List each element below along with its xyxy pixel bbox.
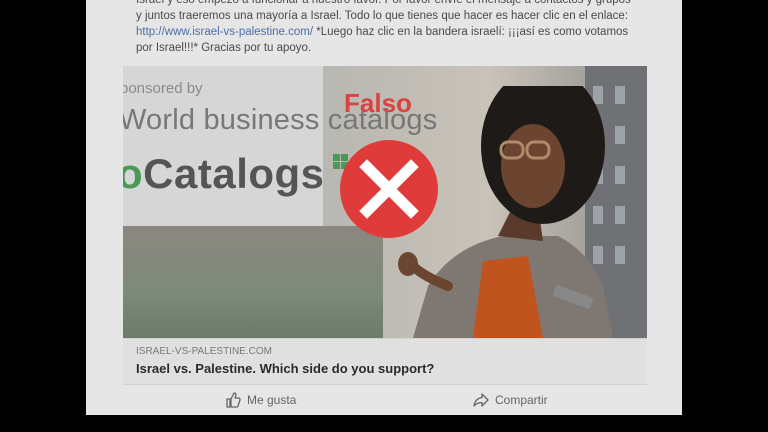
post-actions-bar: Me gusta Compartir — [123, 384, 647, 415]
ad-catalogs-word: Catalogs — [143, 150, 325, 197]
post-text-line-4: por Israel!!!* Gracias por tu apoyo. — [136, 42, 312, 54]
post-text-line-3-rest: *Luego haz clic en la bandera israelí: ¡… — [313, 26, 629, 38]
link-domain: ISRAEL-VS-PALESTINE.COM — [136, 346, 272, 357]
post-text-line-2: y juntos traeremos una mayoría a Israel.… — [136, 10, 629, 22]
share-button[interactable]: Compartir — [473, 391, 548, 409]
false-x-icon — [340, 140, 438, 238]
post-text: Israel y eso empezó a funcionar a nuestr… — [136, 0, 666, 56]
post-text-line-3: http://www.israel-vs-palestine.com/ *Lue… — [136, 24, 666, 40]
street-background — [123, 226, 383, 338]
post-text-line-1: Israel y eso empezó a funcionar a nuestr… — [136, 0, 631, 6]
falso-stamp-label: Falso — [344, 88, 412, 118]
share-arrow-icon — [473, 393, 489, 407]
share-label: Compartir — [495, 393, 548, 407]
post-link[interactable]: http://www.israel-vs-palestine.com/ — [136, 26, 313, 38]
ad-catalogs-logo: oCatalogs — [123, 150, 325, 198]
link-preview-card[interactable]: ISRAEL-VS-PALESTINE.COM Israel vs. Pales… — [123, 338, 647, 385]
like-button[interactable]: Me gusta — [225, 391, 296, 409]
link-headline[interactable]: Israel vs. Palestine. Which side do you … — [136, 361, 434, 376]
like-label: Me gusta — [247, 393, 297, 407]
thumbs-up-icon — [226, 392, 241, 408]
ad-catalogs-prefix: o — [123, 150, 144, 197]
ad-sponsored-text: ponsored by — [123, 80, 203, 97]
